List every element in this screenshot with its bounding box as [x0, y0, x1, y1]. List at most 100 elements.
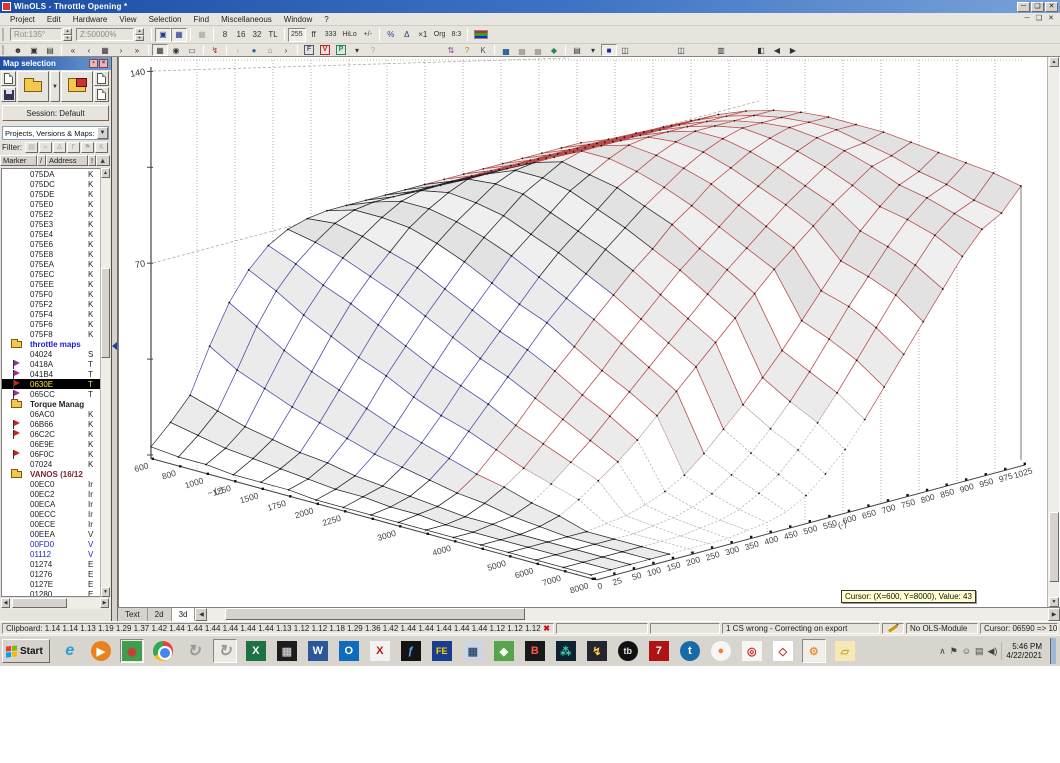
settings-wrench-icon[interactable]: ⚙ — [801, 639, 826, 663]
back-button[interactable]: ‹ — [230, 44, 246, 56]
map-row[interactable]: 01280 E — [2, 589, 102, 597]
toolbar-grip-2[interactable] — [2, 45, 7, 55]
console-app-icon[interactable]: ƒ — [399, 639, 423, 663]
outlook-icon[interactable]: O — [337, 639, 361, 663]
chart-2-button[interactable]: ▅ — [514, 44, 530, 56]
panel-close-button[interactable]: × — [99, 59, 108, 68]
map-row[interactable]: 00ECA Ir — [2, 499, 102, 509]
values-hex-button[interactable]: ff — [306, 28, 322, 42]
scope-dropdown[interactable]: Projects, Versions & Maps: (Ctrl ▼ — [2, 126, 109, 140]
forward-button[interactable]: › — [278, 44, 294, 56]
nav-last-button[interactable]: » — [129, 44, 145, 56]
zoom-spinner[interactable]: ▲ ▼ — [135, 28, 144, 41]
eprom-chip-icon[interactable]: ▦ — [275, 639, 299, 663]
tile-vertical-button[interactable]: ▥ — [713, 44, 729, 56]
map-row[interactable]: 06F0C K — [2, 449, 102, 459]
view-2d-button[interactable]: ▣ — [155, 27, 171, 42]
mdi-close-button[interactable]: ✕ — [1045, 14, 1057, 24]
map-window-button[interactable]: ▦ — [194, 28, 210, 42]
add-window-button[interactable] — [94, 87, 109, 102]
map-row[interactable]: 075F4 K — [2, 309, 102, 319]
column-header--[interactable]: / — [37, 155, 46, 166]
tab-2d[interactable]: 2d — [147, 608, 172, 621]
import-project-button[interactable] — [61, 71, 93, 102]
chevron-down-icon[interactable]: ▼ — [97, 127, 108, 139]
show-desktop-button[interactable] — [1050, 638, 1056, 664]
word-icon[interactable]: W — [306, 639, 330, 663]
scroll-up-icon[interactable]: ▲ — [101, 168, 110, 178]
map-row[interactable]: 075EE K — [2, 279, 102, 289]
rotation-field[interactable]: Rot:135° — [10, 28, 62, 41]
map-row[interactable]: 04024 S — [2, 349, 102, 359]
delta-button[interactable]: Δ — [399, 28, 415, 42]
cad-cube-icon[interactable]: ◇ — [771, 639, 795, 663]
project-dropdown[interactable]: ▾ — [349, 44, 365, 56]
open-project-button[interactable] — [17, 71, 49, 102]
tb-app-icon[interactable]: tb — [616, 639, 640, 663]
window-new-button[interactable]: ▣ — [26, 44, 42, 56]
file-explorer-icon[interactable]: ▱ — [833, 639, 857, 663]
connect-button[interactable]: ⇅ — [443, 44, 459, 56]
zoom-field[interactable]: Z:50000% — [76, 28, 134, 41]
grid-view-button[interactable]: ▦ — [152, 44, 168, 56]
map-row[interactable]: 075EA K — [2, 259, 102, 269]
next-window-button[interactable]: ▶ — [785, 44, 801, 56]
sort-ascending-icon[interactable]: ▲ — [96, 155, 110, 166]
seven-zip-icon[interactable]: 7 — [647, 639, 671, 663]
scroll-down-icon[interactable]: ▼ — [101, 587, 110, 597]
panel-vscroll-thumb[interactable] — [101, 268, 110, 358]
compare-versions-button[interactable]: ↯ — [207, 44, 223, 56]
commander-icon[interactable]: FE — [430, 639, 454, 663]
panel-pin-button[interactable]: ▪ — [89, 59, 98, 68]
map-row[interactable]: 00FD0 V — [2, 539, 102, 549]
original-button[interactable]: Org — [431, 28, 449, 42]
filter-button-5[interactable]: ⚑ — [81, 142, 94, 153]
doc-scroll-down-icon[interactable]: ▼ — [1049, 597, 1059, 607]
taskbar-clock[interactable]: 5:46 PM 4/22/2021 — [1001, 642, 1046, 660]
split-view-button[interactable]: ◧ — [753, 44, 769, 56]
script-button[interactable]: K — [475, 44, 491, 56]
rotation-spinner[interactable]: ▲ ▼ — [63, 28, 72, 41]
map-row[interactable]: 06E9E K — [2, 439, 102, 449]
map-row[interactable]: 075E6 K — [2, 239, 102, 249]
start-button[interactable]: Start — [2, 639, 50, 663]
view-hexdump-button[interactable]: ▦ — [171, 27, 187, 42]
doc-hscroll-thumb[interactable] — [225, 608, 526, 620]
map-row[interactable]: 075F2 K — [2, 299, 102, 309]
map-row[interactable]: 00ECE Ir — [2, 519, 102, 529]
navigation-app-icon[interactable]: ◉ — [119, 639, 144, 663]
user-info-button[interactable]: ☻ — [10, 44, 26, 56]
tab-3d[interactable]: 3d — [171, 608, 196, 621]
x-app-icon[interactable]: X — [368, 639, 392, 663]
hint-button[interactable]: ? — [459, 44, 475, 56]
window-cascade-button[interactable]: ▤ — [42, 44, 58, 56]
project-button[interactable]: P — [333, 44, 349, 56]
chart-3-button[interactable]: ▅ — [530, 44, 546, 56]
network-app-icon[interactable]: ⁂ — [554, 639, 578, 663]
filter-button-4[interactable]: Γ — [67, 142, 80, 153]
globe-button[interactable]: ● — [246, 44, 262, 56]
b-app-icon[interactable]: B — [523, 639, 547, 663]
values-decimal-button[interactable]: 255 — [288, 27, 306, 42]
map-row[interactable]: 075F6 K — [2, 319, 102, 329]
map-row[interactable]: 01274 E — [2, 559, 102, 569]
map-row[interactable]: 075E3 K — [2, 219, 102, 229]
percent-button[interactable]: % — [383, 28, 399, 42]
map-row[interactable]: 075EC K — [2, 269, 102, 279]
3d-map-view[interactable]: 70 140 600 800 1000 1250 1500 1750 2000 2250 3000 4… — [119, 57, 1048, 607]
menu-selection[interactable]: Selection — [143, 14, 188, 25]
open-project-dropdown[interactable]: ▼ — [50, 71, 60, 102]
map-row[interactable]: 06C2C K — [2, 429, 102, 439]
map-row[interactable]: 06AC0 K — [2, 409, 102, 419]
menu--[interactable]: ? — [318, 14, 334, 25]
chart-button[interactable]: ▅ — [498, 44, 514, 56]
sync-app-2-icon[interactable]: ↻ — [212, 639, 237, 663]
mdi-restore-button[interactable]: ❑ — [1033, 14, 1045, 24]
nav-first-button[interactable]: « — [65, 44, 81, 56]
map-row[interactable]: 00EEA V — [2, 529, 102, 539]
context-help-button[interactable]: ? — [365, 44, 381, 56]
close-button[interactable]: ✕ — [1045, 1, 1058, 12]
map-row[interactable]: 075DE K — [2, 189, 102, 199]
export-button[interactable]: ◆ — [546, 44, 562, 56]
home-button[interactable]: ⌂ — [262, 44, 278, 56]
